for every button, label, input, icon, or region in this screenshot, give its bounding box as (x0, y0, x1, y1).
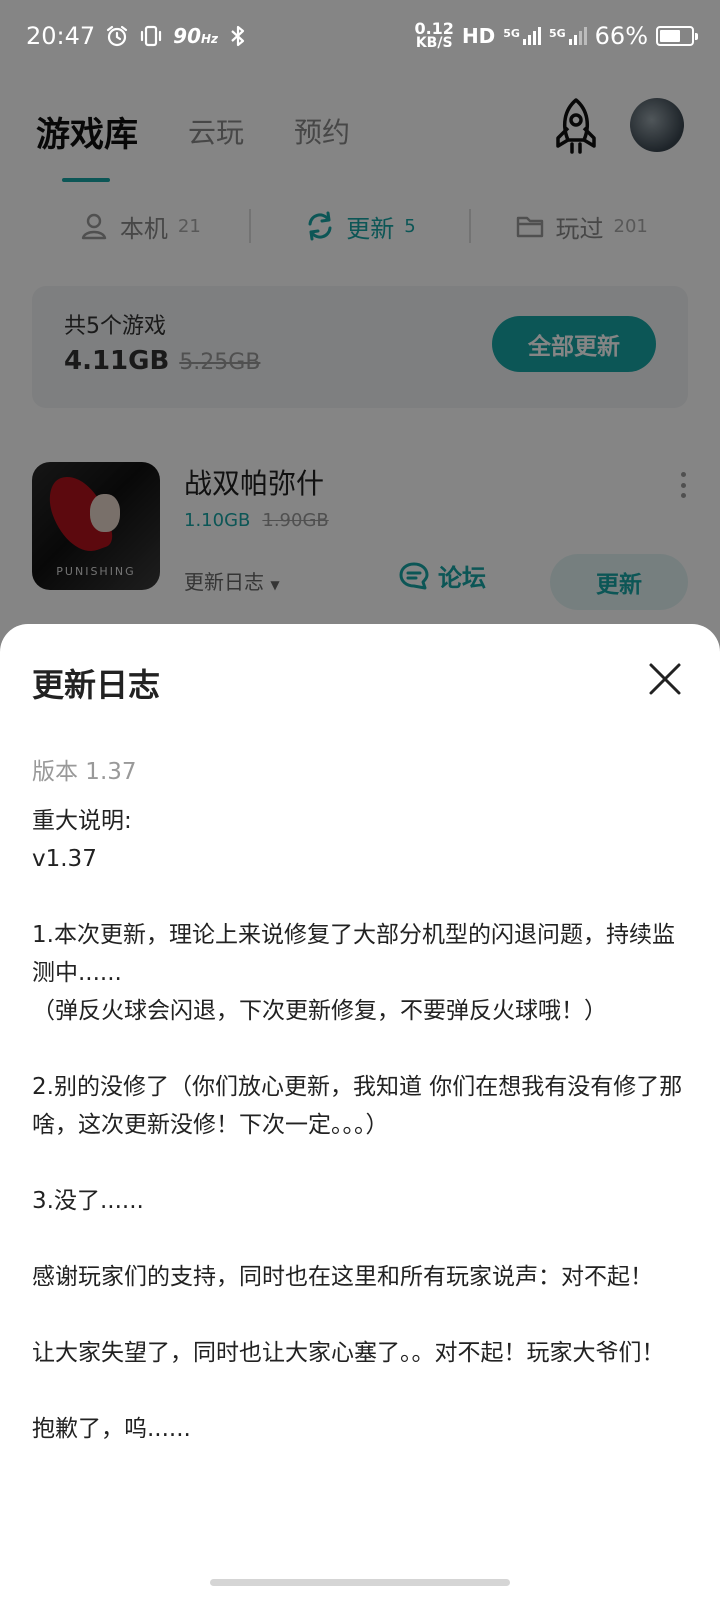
network-speed-value: 0.12 (414, 19, 454, 38)
signal-icon: 5G (503, 27, 541, 45)
refresh-rate-unit: Hz (201, 32, 219, 46)
bluetooth-icon (231, 25, 245, 47)
network-speed-unit: KB/S (415, 35, 453, 51)
vibrate-icon (141, 25, 162, 47)
changelog-line: 重大说明: (32, 808, 132, 834)
changelog-content: 版本 1.37 重大说明: v1.37 1.本次更新，理论上来说修复了大部分机型的闪… (32, 752, 688, 1448)
version-label: 版本 1.37 (32, 759, 137, 785)
sheet-title: 更新日志 (32, 666, 161, 704)
battery-icon (656, 26, 698, 46)
changelog-line: 让大家失望了，同时也让大家心塞了。。对不起！玩家大爷们！ (32, 1340, 665, 1366)
changelog-notes: 重大说明: v1.37 1.本次更新，理论上来说修复了大部分机型的闪退问题，持续监测… (32, 802, 688, 1448)
network-type-1: 5G (503, 27, 520, 40)
network-speed: 0.12 KB/S (414, 19, 454, 51)
changelog-line: 感谢玩家们的支持，同时也在这里和所有玩家说声：对不起！ (32, 1264, 653, 1290)
refresh-rate: 90Hz (173, 24, 218, 48)
signal-icon: 5G (549, 27, 587, 45)
hd-voice-indicator: HD (461, 24, 496, 48)
changelog-line: 2.别的没修了（你们放心更新，我知道 你们在想我有没有修了那啥，这次更新没修！下… (32, 1074, 683, 1138)
changelog-line: 3.没了...... (32, 1188, 144, 1214)
changelog-line: 1.本次更新，理论上来说修复了大部分机型的闪退问题，持续监测中...... (32, 922, 675, 986)
home-indicator[interactable] (210, 1579, 510, 1586)
close-icon[interactable] (648, 662, 682, 696)
status-time: 20:47 (26, 22, 96, 50)
changelog-line: v1.37 (32, 846, 97, 872)
alarm-icon (107, 25, 128, 47)
changelog-line: 抱歉了，呜...... (32, 1416, 191, 1442)
network-type-2: 5G (548, 27, 566, 40)
changelog-sheet: 更新日志 版本 1.37 重大说明: v1.37 1.本次更新，理论上来说修复了大部… (0, 624, 720, 1600)
changelog-line: （弹反火球会闪退，下次更新修复，不要弹反火球哦！） (32, 998, 607, 1024)
status-bar: 20:47 90Hz 0.12 KB/S HD 5G 5G 66% (0, 0, 720, 72)
refresh-rate-value: 90 (173, 24, 202, 48)
battery-percent: 66% (594, 22, 648, 50)
